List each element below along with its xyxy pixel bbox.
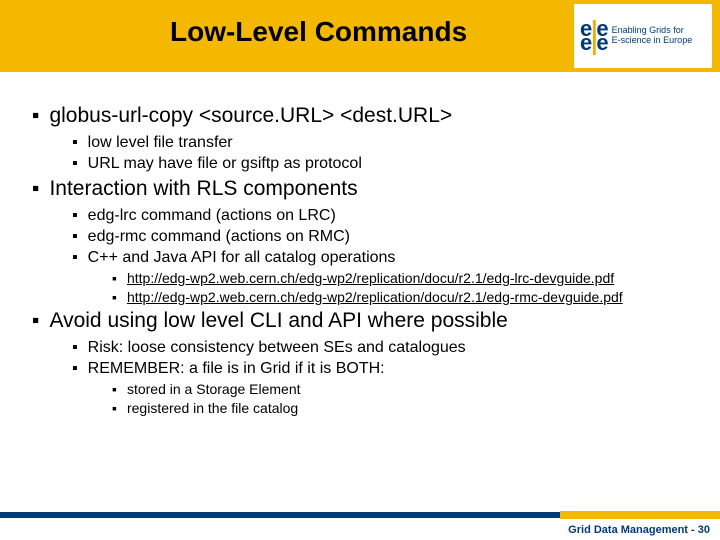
bullet-icon: ▪ [72,228,78,245]
bullet-icon: ▪ [72,249,78,266]
bullet-icon: ▪ [72,134,78,151]
link-lrc-devguide[interactable]: http://edg-wp2.web.cern.ch/edg-wp2/repli… [127,270,614,286]
bullet-icon: ▪ [72,207,78,224]
bullet-3-2-1: ▪ stored in a Storage Element [112,381,696,397]
bullet-icon: ▪ [112,289,117,305]
bullet-icon: ▪ [112,400,117,416]
bullet-2-2: ▪ edg-rmc command (actions on RMC) [72,228,696,246]
bullet-3-2-2: ▪ registered in the file catalog [112,400,696,416]
bullet-icon: ▪ [112,381,117,397]
bullet-1-1: ▪ low level file transfer [72,134,696,152]
bullet-3-1: ▪ Risk: loose consistency between SEs and… [72,339,696,357]
bullet-icon: ▪ [72,339,78,356]
logo-mark: e|ee|e [580,22,608,49]
bullet-1-2: ▪ URL may have file or gsiftp as protocol [72,155,696,173]
bullet-icon: ▪ [32,309,39,332]
bullet-1: ▪ globus-url-copy <source.URL> <dest.URL> [32,104,696,128]
logo-tagline-2: E-science in Europe [612,36,693,46]
bullet-icon: ▪ [32,104,39,127]
footer-text: Grid Data Management - 30 [568,524,710,536]
bullet-3-text: Avoid using low level CLI and API where … [49,309,507,332]
bullet-2-1: ▪ edg-lrc command (actions on LRC) [72,207,696,225]
bullet-3-2: ▪ REMEMBER: a file is in Grid if it is BO… [72,360,696,378]
bullet-2-text: Interaction with RLS components [49,177,357,200]
bullet-2-link-1: ▪ http://edg-wp2.web.cern.ch/edg-wp2/repl… [112,270,696,286]
bullet-3-2-text: REMEMBER: a file is in Grid if it is BOT… [88,360,385,377]
bullet-3-1-text: Risk: loose consistency between SEs and … [88,339,466,356]
egee-logo: e|ee|e Enabling Grids for E-science in E… [574,4,712,68]
bullet-icon: ▪ [72,360,78,377]
bullet-3-2-2-text: registered in the file catalog [127,400,298,416]
bullet-icon: ▪ [72,155,78,172]
bottom-accent-bar [0,512,720,518]
bullet-3: ▪ Avoid using low level CLI and API where… [32,309,696,333]
bullet-2-1-text: edg-lrc command (actions on LRC) [88,207,336,224]
bullet-2-3: ▪ C++ and Java API for all catalog operat… [72,249,696,267]
bullet-1-text: globus-url-copy <source.URL> <dest.URL> [49,104,452,127]
slide: Low-Level Commands e|ee|e Enabling Grids… [0,0,720,540]
logo-tagline: Enabling Grids for E-science in Europe [612,26,693,46]
slide-title: Low-Level Commands [170,16,467,48]
bullet-3-2-1-text: stored in a Storage Element [127,381,301,397]
bullet-1-1-text: low level file transfer [88,134,233,151]
bullet-1-2-text: URL may have file or gsiftp as protocol [88,155,362,172]
bullet-2-link-2: ▪ http://edg-wp2.web.cern.ch/edg-wp2/repl… [112,289,696,305]
bullet-2-3-text: C++ and Java API for all catalog operati… [88,249,396,266]
bullet-icon: ▪ [112,270,117,286]
bullet-2: ▪ Interaction with RLS components [32,177,696,201]
content: ▪ globus-url-copy <source.URL> <dest.URL>… [24,100,696,419]
bullet-icon: ▪ [32,177,39,200]
bullet-2-2-text: edg-rmc command (actions on RMC) [88,228,350,245]
link-rmc-devguide[interactable]: http://edg-wp2.web.cern.ch/edg-wp2/repli… [127,289,623,305]
logo-text-icon: e|ee|e [580,22,608,49]
